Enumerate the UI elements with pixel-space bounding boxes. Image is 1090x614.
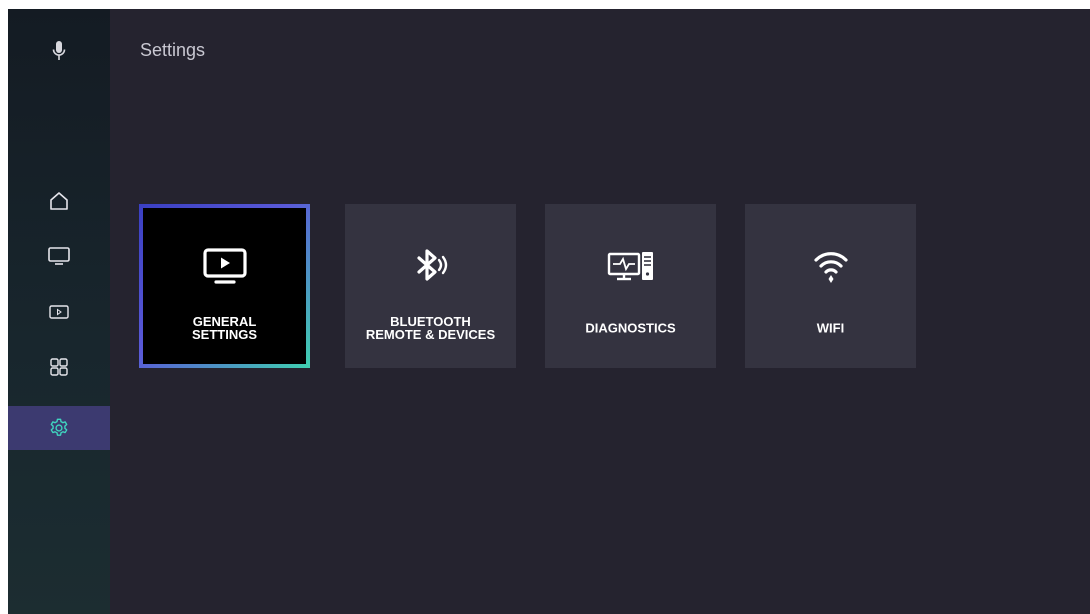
- tv-icon: [47, 245, 71, 267]
- computer-diagnostics-icon: [606, 249, 656, 288]
- page-title: Settings: [140, 40, 206, 60]
- tile-label: BLUETOOTH REMOTE & DEVICES: [345, 315, 516, 341]
- tv-screen: Settings GENERAL SETTINGS BLUETOOTH REMO…: [8, 9, 1090, 614]
- bluetooth-tile[interactable]: BLUETOOTH REMOTE & DEVICES: [345, 204, 516, 368]
- wifi-icon: [813, 246, 849, 291]
- apps-grid-icon: [49, 357, 69, 377]
- general-settings-tile[interactable]: GENERAL SETTINGS: [139, 204, 310, 368]
- sidebar-item-settings[interactable]: [8, 406, 110, 450]
- tile-label: WIFI: [745, 322, 916, 335]
- sidebar-item-live-tv[interactable]: [8, 234, 110, 278]
- play-box-icon: [48, 303, 70, 321]
- home-icon: [48, 190, 70, 212]
- sidebar-item-voice[interactable]: [8, 29, 110, 73]
- tile-icon-wrap: [545, 248, 716, 288]
- microphone-icon: [51, 40, 67, 62]
- tile-icon-wrap: [745, 248, 916, 288]
- tv-play-icon: [202, 246, 248, 291]
- tile-label: GENERAL SETTINGS: [139, 315, 310, 341]
- sidebar-item-apps[interactable]: [8, 345, 110, 389]
- tile-icon-wrap: [345, 248, 516, 288]
- sidebar: [8, 9, 110, 614]
- tile-label: DIAGNOSTICS: [545, 322, 716, 335]
- tile-label-line2: REMOTE & DEVICES: [365, 327, 496, 342]
- tile-icon-wrap: [139, 246, 310, 291]
- gear-icon: [48, 417, 70, 439]
- sidebar-item-media[interactable]: [8, 290, 110, 334]
- sidebar-item-home[interactable]: [8, 179, 110, 223]
- tile-label-line2: SETTINGS: [191, 327, 257, 342]
- diagnostics-tile[interactable]: DIAGNOSTICS: [545, 204, 716, 368]
- tile-label-line1: DIAGNOSTICS: [585, 320, 676, 336]
- tile-label-line1: WIFI: [816, 320, 845, 336]
- wifi-tile[interactable]: WIFI: [745, 204, 916, 368]
- bluetooth-icon: [411, 246, 451, 291]
